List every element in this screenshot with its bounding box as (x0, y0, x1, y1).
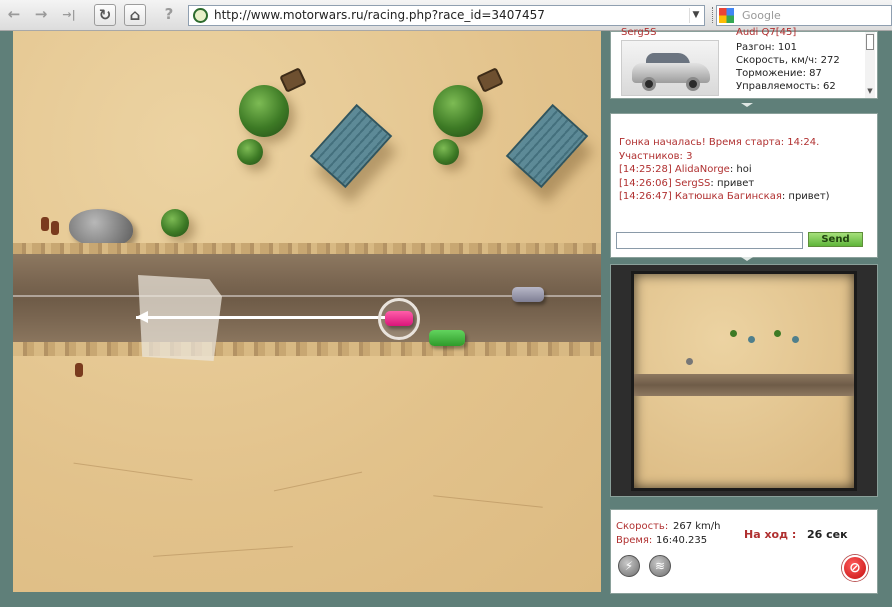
url-text[interactable]: http://www.motorwars.ru/racing.php?race_… (214, 8, 545, 22)
minimap[interactable] (631, 271, 857, 491)
car-photo (621, 40, 719, 96)
spectator (51, 221, 59, 235)
crate (279, 67, 307, 93)
crate (476, 67, 504, 93)
status-box: Скорость: 267 km/h Время: 16:40.235 На х… (610, 509, 878, 594)
chat-input[interactable] (616, 232, 803, 249)
reload-icon[interactable]: ↻ (94, 4, 116, 26)
move-trajectory-arrowhead[interactable] (136, 311, 148, 323)
bush (433, 139, 459, 165)
address-bar[interactable]: http://www.motorwars.ru/racing.php?race_… (188, 5, 705, 26)
opponent-car-green (429, 330, 465, 346)
minimap-road (634, 374, 854, 396)
car-info-box: Serg5S Audi Q7[45] Разгон: 101 Скорость,… (610, 27, 878, 99)
minimap-shed (748, 336, 755, 343)
chat-system-line: Гонка началась! Время старта: 14:24. (619, 137, 820, 148)
minimap-box (610, 264, 878, 497)
turn-timer-value: 26 сек (807, 528, 848, 541)
stat-handling: Управляемость: 62 (736, 81, 836, 92)
shed (505, 103, 589, 189)
minimap-bush (730, 330, 737, 337)
home-icon[interactable]: ⌂ (124, 4, 146, 26)
stat-top-speed: Скорость, км/ч: 272 (736, 55, 840, 66)
chat-message: [14:26:06] SergSS: привет (619, 177, 755, 189)
collapse-arrow-icon[interactable] (741, 257, 753, 261)
forward-icon[interactable]: → (30, 4, 52, 26)
move-trajectory-line (136, 316, 398, 319)
opponent-car-grey (512, 287, 544, 302)
chat-user[interactable]: SergSS (675, 178, 710, 189)
time-value: 16:40.235 (656, 535, 708, 546)
speed-value: 267 km/h (673, 521, 721, 532)
site-favicon-icon (193, 8, 208, 23)
rock (69, 209, 133, 247)
time-label: Время: (616, 535, 653, 546)
chat-log: Гонка началась! Время старта: 14:24. Уча… (619, 136, 869, 204)
player-car[interactable] (385, 311, 413, 326)
search-placeholder: Google (742, 9, 781, 22)
ground-crack (433, 495, 543, 508)
chat-user[interactable]: Катюшка Багинская (675, 191, 782, 202)
info-icon[interactable]: ? (158, 4, 180, 26)
race-track[interactable] (13, 31, 601, 592)
bush (239, 85, 289, 137)
send-button[interactable]: Send (808, 232, 863, 247)
ground-crack (153, 546, 293, 557)
ground-crack (273, 471, 363, 492)
quit-race-button[interactable]: ⊘ (842, 555, 868, 581)
chat-message: [14:26:47] Катюшка Багинская: привет) (619, 191, 830, 202)
scrollbar-thumb[interactable] (866, 34, 874, 50)
car-owner-name[interactable]: Serg5S (621, 27, 657, 38)
shed (309, 103, 393, 189)
bush (161, 209, 189, 237)
bush (237, 139, 263, 165)
side-panel: Serg5S Audi Q7[45] Разгон: 101 Скорость,… (601, 27, 892, 607)
ground-crack (73, 462, 193, 481)
chat-user[interactable]: AlidaNorge (675, 164, 730, 175)
back-icon[interactable]: ← (3, 4, 25, 26)
spectator (41, 217, 49, 231)
collapse-arrow-icon[interactable] (741, 103, 753, 107)
minimap-bush (774, 330, 781, 337)
bush (433, 85, 483, 137)
search-input[interactable]: Google (716, 5, 892, 26)
minimap-shed (792, 336, 799, 343)
chat-message: [14:25:28] AlidaNorge: hoi (619, 164, 752, 175)
url-dropdown-icon[interactable]: ▼ (689, 8, 702, 23)
toolbar-separator (712, 7, 714, 23)
spectator (75, 363, 83, 377)
nitro-icon[interactable]: ⚡ (618, 555, 640, 577)
speed-label: Скорость: (616, 521, 669, 532)
google-icon[interactable] (719, 8, 734, 23)
stat-braking: Торможение: 87 (736, 68, 822, 79)
radar-icon[interactable]: ≋ (649, 555, 671, 577)
chat-box: Гонка началась! Время старта: 14:24. Уча… (610, 113, 878, 258)
road-edge-bottom (13, 342, 601, 356)
scroll-down-icon[interactable]: ▼ (865, 87, 875, 97)
chat-system-line: Участников: 3 (619, 150, 693, 162)
turn-timer-label: На ход : (744, 528, 797, 541)
minimap-rock (686, 358, 693, 365)
stat-acceleration: Разгон: 101 (736, 42, 798, 53)
car-model-name[interactable]: Audi Q7[45] (736, 27, 796, 38)
skip-forward-icon[interactable]: →| (58, 4, 80, 26)
